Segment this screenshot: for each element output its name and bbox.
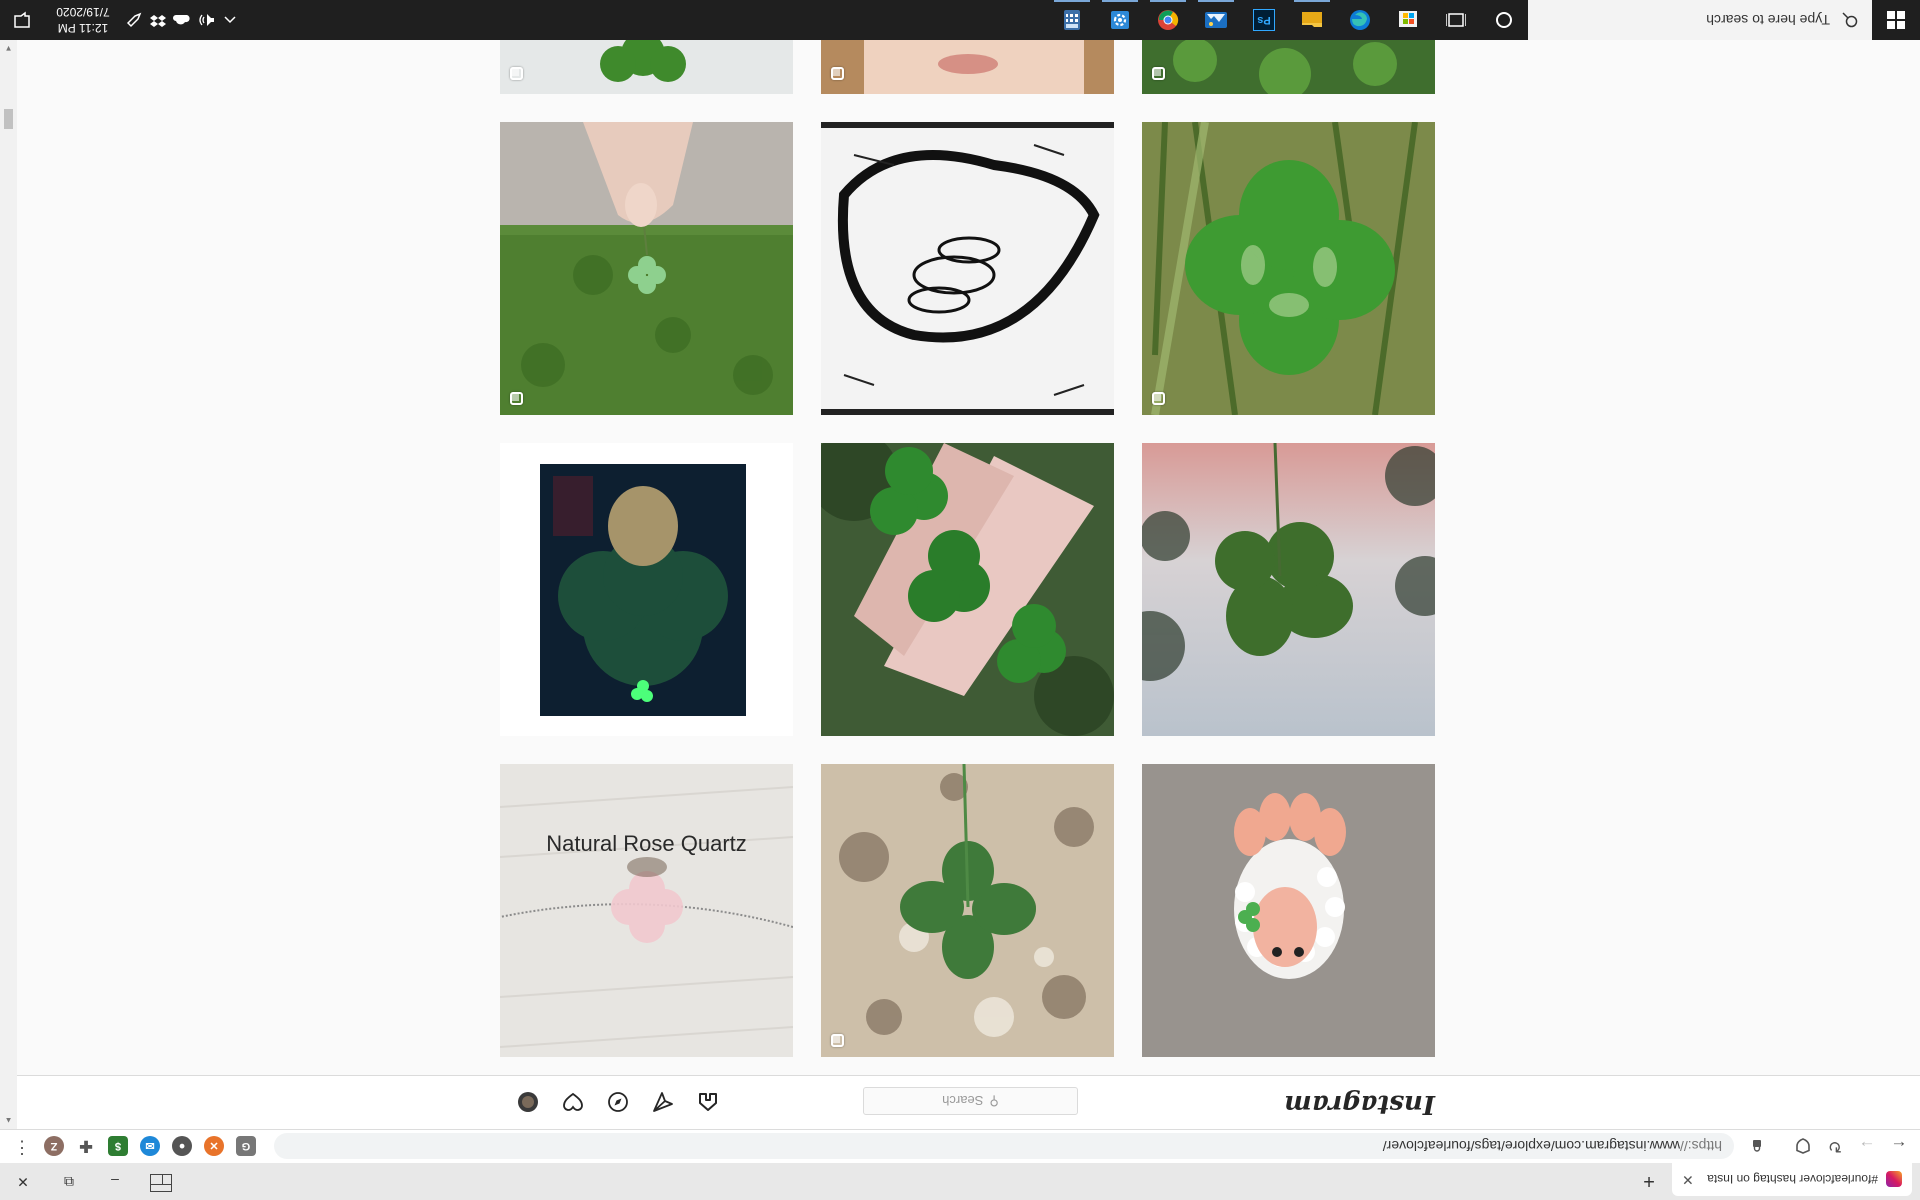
taskbar-clock[interactable]: 12:11 PM 7/19/2020 xyxy=(44,4,122,36)
microsoft-store-icon[interactable] xyxy=(1384,0,1432,40)
windows-taskbar: Type here to search Ps 12:11 PM 7/19/202… xyxy=(0,0,1920,40)
chrome-browser-icon[interactable] xyxy=(1144,0,1192,40)
browser-tab-strip: #fourleafclover hashtag on Insta ✕ + – ⧉… xyxy=(0,1163,1920,1200)
post-clover-against-sky[interactable] xyxy=(1142,443,1435,736)
address-bar[interactable]: https:// www.instagram.com/explore/tags/… xyxy=(274,1133,1734,1159)
scroll-up-arrow-icon[interactable]: ▲ xyxy=(0,1112,17,1129)
multiple-posts-icon xyxy=(1152,392,1165,405)
instagram-favicon-icon xyxy=(1886,1171,1902,1188)
multiple-posts-icon xyxy=(510,392,523,405)
page-scrollbar[interactable]: ▲ ▼ xyxy=(0,40,17,1129)
url-scheme: https:// xyxy=(1679,1138,1722,1154)
profile-avatar[interactable]: Z xyxy=(44,1136,64,1156)
extension-circle-icon[interactable]: ● xyxy=(172,1136,192,1156)
tab-layout-icon[interactable] xyxy=(150,1174,172,1192)
dropbox-icon[interactable] xyxy=(146,0,170,40)
new-tab-button[interactable]: + xyxy=(1636,1168,1662,1194)
extension-g-icon[interactable]: G xyxy=(236,1136,256,1156)
taskbar-search-placeholder: Type here to search xyxy=(1706,12,1830,28)
reload-button[interactable]: ↻ xyxy=(1822,1133,1848,1159)
site-info-icon[interactable] xyxy=(1744,1133,1770,1159)
windows-logo-icon xyxy=(1887,11,1905,29)
direct-messages-icon[interactable] xyxy=(651,1090,675,1114)
file-explorer-icon[interactable] xyxy=(1288,0,1336,40)
taskbar-search-box[interactable]: Type here to search xyxy=(1528,0,1872,40)
multiple-posts-icon xyxy=(1152,67,1165,80)
task-view-icon[interactable] xyxy=(1432,0,1480,40)
instagram-logo[interactable]: Instagram xyxy=(1284,1089,1435,1119)
window-controls: – ⧉ ✕ xyxy=(0,1163,138,1200)
url-text: www.instagram.com/explore/tags/fourleafc… xyxy=(1382,1138,1680,1154)
browser-toolbar: ← → ↻ https:// www.instagram.com/explore… xyxy=(0,1129,1920,1163)
profile-avatar-icon[interactable] xyxy=(516,1090,540,1114)
minimize-button[interactable]: – xyxy=(92,1163,138,1200)
explore-compass-icon[interactable] xyxy=(606,1090,630,1114)
clock-date: 7/19/2020 xyxy=(56,5,110,19)
onedrive-cloud-icon[interactable] xyxy=(170,0,194,40)
search-placeholder: Search xyxy=(942,1093,984,1109)
pen-workspace-icon[interactable] xyxy=(122,0,146,40)
instagram-search-input[interactable]: ⚲ Search xyxy=(863,1087,1078,1115)
post-clover-ink-drawing[interactable] xyxy=(821,122,1114,415)
multiple-posts-icon xyxy=(831,1034,844,1047)
show-hidden-icons-chevron-icon[interactable] xyxy=(218,0,242,40)
home-icon[interactable] xyxy=(696,1090,720,1114)
activity-heart-icon[interactable] xyxy=(561,1090,585,1114)
calculator-icon[interactable] xyxy=(1048,0,1096,40)
tab-close-icon[interactable]: ✕ xyxy=(1682,1171,1694,1188)
instagram-header: Instagram ⚲ Search xyxy=(17,1075,1920,1129)
post-clover-sheep-figure[interactable] xyxy=(1142,764,1435,1057)
shield-icon[interactable] xyxy=(1790,1133,1816,1159)
system-tray: 12:11 PM 7/19/2020 xyxy=(0,0,242,40)
back-button[interactable]: ← xyxy=(1886,1133,1912,1159)
instagram-nav-icons xyxy=(516,1090,720,1114)
browser-menu-button[interactable]: ⋮ xyxy=(14,1137,31,1158)
post-portrait-with-clover[interactable] xyxy=(500,443,793,736)
settings-gear-icon[interactable] xyxy=(1096,0,1144,40)
notifications-icon[interactable] xyxy=(0,0,44,40)
clock-time: 12:11 PM xyxy=(57,21,109,35)
forward-button[interactable]: → xyxy=(1854,1133,1880,1159)
page-viewport: Instagram ⚲ Search Natural Rose Quartz xyxy=(17,40,1920,1129)
tab-title: #fourleafclover hashtag on Insta xyxy=(1707,1172,1878,1187)
post-clover-on-white[interactable] xyxy=(500,40,793,94)
multiple-posts-icon xyxy=(510,67,523,80)
restore-button[interactable]: ⧉ xyxy=(46,1163,92,1200)
post-hand-holding-clover-lawn[interactable] xyxy=(500,122,793,415)
necklace-caption: Natural Rose Quartz xyxy=(546,831,747,856)
extension-green-icon[interactable]: $ xyxy=(108,1136,128,1156)
browser-tab-active[interactable]: #fourleafclover hashtag on Insta ✕ xyxy=(1672,1163,1912,1196)
post-clovers-on-hand[interactable] xyxy=(821,443,1114,736)
start-button[interactable] xyxy=(1872,0,1920,40)
edge-browser-icon[interactable] xyxy=(1336,0,1384,40)
search-icon xyxy=(1842,12,1858,28)
multiple-posts-icon xyxy=(831,67,844,80)
volume-icon[interactable] xyxy=(194,0,218,40)
cortana-icon[interactable] xyxy=(1480,0,1528,40)
post-portrait-lips[interactable] xyxy=(821,40,1114,94)
post-clover-patch[interactable] xyxy=(1142,40,1435,94)
post-rose-quartz-clover-necklace[interactable]: Natural Rose Quartz xyxy=(500,764,793,1057)
close-window-button[interactable]: ✕ xyxy=(0,1163,46,1200)
extensions-puzzle-icon[interactable]: ✚ xyxy=(76,1136,96,1156)
extension-orange-icon[interactable]: ✕ xyxy=(204,1136,224,1156)
post-clover-in-grass[interactable] xyxy=(1142,122,1435,415)
photos-app-icon[interactable] xyxy=(1192,0,1240,40)
photoshop-icon[interactable]: Ps xyxy=(1240,0,1288,40)
scrollbar-thumb[interactable] xyxy=(4,109,13,129)
search-icon: ⚲ xyxy=(989,1094,999,1109)
scroll-down-arrow-icon[interactable]: ▼ xyxy=(0,40,17,57)
extension-blue-icon[interactable]: ✉ xyxy=(140,1136,160,1156)
post-clover-on-granite[interactable] xyxy=(821,764,1114,1057)
